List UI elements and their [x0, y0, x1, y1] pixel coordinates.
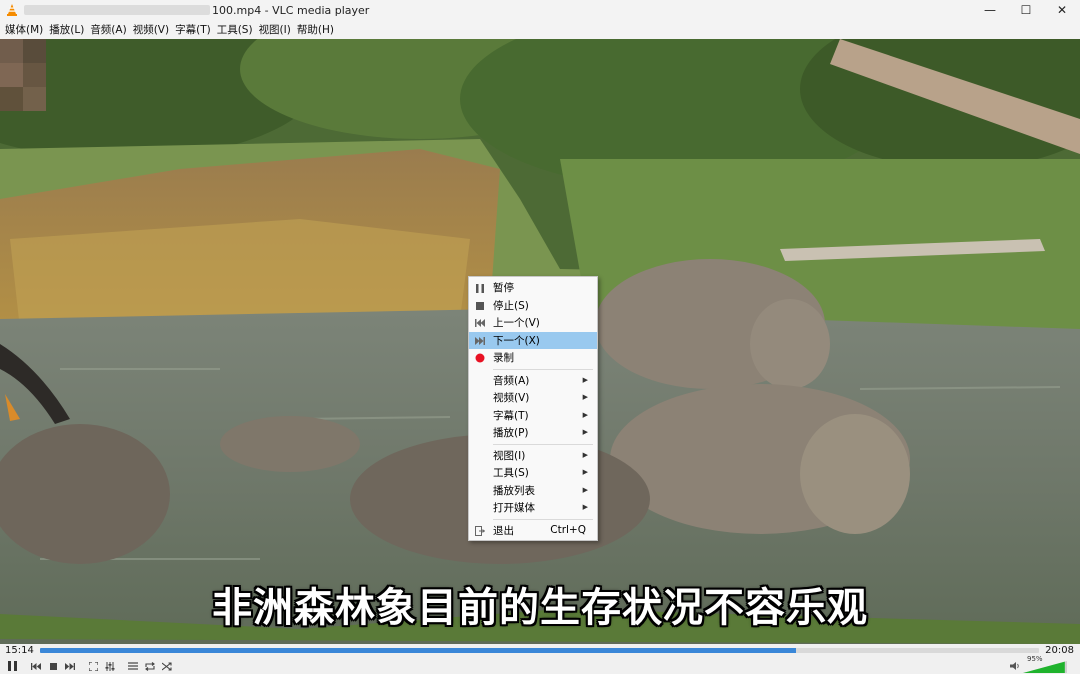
next-button[interactable]: [63, 659, 77, 673]
menu-view[interactable]: 视图(I): [256, 22, 294, 37]
submenu-arrow-icon: ▶: [582, 410, 588, 419]
ctx-view[interactable]: 视图(I) ▶: [469, 447, 597, 465]
ctx-separator: [493, 443, 593, 445]
playlist-icon: [128, 662, 138, 670]
ctx-label: 视频(V): [493, 392, 530, 405]
extended-settings-button[interactable]: [103, 659, 117, 673]
ctx-label: 视图(I): [493, 449, 526, 462]
previous-icon: [31, 662, 41, 670]
ctx-audio[interactable]: 音频(A) ▶: [469, 372, 597, 390]
submenu-arrow-icon: ▶: [582, 485, 588, 494]
menu-help[interactable]: 帮助(H): [294, 22, 337, 37]
minimize-button[interactable]: —: [972, 0, 1008, 20]
close-button[interactable]: ✕: [1044, 0, 1080, 20]
seek-progress: [40, 648, 797, 653]
title-bar: 100.mp4 - VLC media player — ☐ ✕: [0, 0, 1080, 20]
seek-area: 15:14 20:08: [0, 644, 1080, 658]
total-time[interactable]: 20:08: [1045, 645, 1074, 656]
menu-playback[interactable]: 播放(L): [46, 22, 87, 37]
control-bar: 95%: [0, 655, 1080, 674]
shuffle-icon: [162, 661, 172, 671]
playlist-button[interactable]: [126, 659, 140, 673]
ctx-separator: [493, 368, 593, 370]
speaker-icon: [1010, 662, 1019, 670]
ctx-shortcut: Ctrl+Q: [550, 523, 586, 536]
exit-icon: [475, 525, 485, 536]
submenu-arrow-icon: ▶: [582, 468, 588, 476]
ctx-label: 上一个(V): [493, 317, 540, 330]
ctx-subtitle[interactable]: 字幕(T) ▶: [469, 407, 597, 425]
menu-subtitle[interactable]: 字幕(T): [172, 22, 214, 37]
record-icon: [475, 353, 485, 363]
ctx-playback[interactable]: 播放(P) ▶: [469, 424, 597, 442]
redacted-filename: [24, 5, 210, 15]
loop-icon: [145, 661, 155, 671]
ctx-previous[interactable]: 上一个(V): [469, 314, 597, 332]
pixelated-watermark: [0, 39, 46, 111]
volume-percent: 95%: [1027, 655, 1043, 663]
ctx-video[interactable]: 视频(V) ▶: [469, 389, 597, 407]
window-title: 100.mp4 - VLC media player: [212, 3, 370, 17]
submenu-arrow-icon: ▶: [582, 375, 588, 384]
ctx-label: 停止(S): [493, 299, 529, 312]
menu-tools[interactable]: 工具(S): [214, 22, 256, 37]
stop-icon: [475, 301, 485, 311]
previous-button[interactable]: [29, 659, 43, 673]
next-icon: [475, 336, 485, 346]
ctx-label: 音频(A): [493, 374, 530, 387]
ctx-stop[interactable]: 停止(S): [469, 297, 597, 315]
ctx-separator: [493, 518, 593, 520]
video-subtitle: 非洲森林象目前的生存状况不容乐观: [212, 585, 868, 631]
elapsed-time: 15:14: [5, 645, 34, 656]
previous-icon: [475, 318, 485, 328]
equalizer-icon: [105, 661, 115, 671]
menu-audio[interactable]: 音频(A): [87, 22, 129, 37]
ctx-label: 字幕(T): [493, 409, 529, 422]
ctx-pause[interactable]: 暂停: [469, 279, 597, 297]
menu-bar: 媒体(M) 播放(L) 音频(A) 视频(V) 字幕(T) 工具(S) 视图(I…: [0, 20, 1080, 39]
ctx-label: 播放列表: [493, 484, 535, 497]
ctx-label: 录制: [493, 352, 514, 365]
ctx-label: 播放(P): [493, 427, 529, 440]
menu-media[interactable]: 媒体(M): [2, 22, 46, 37]
fullscreen-icon: [88, 661, 98, 671]
maximize-button[interactable]: ☐: [1008, 0, 1044, 20]
stop-icon: [49, 662, 57, 670]
pause-icon: [475, 283, 485, 293]
ctx-label: 退出: [493, 524, 514, 537]
stop-button[interactable]: [46, 659, 60, 673]
vlc-cone-icon: [6, 4, 18, 16]
seek-slider[interactable]: [40, 648, 1039, 653]
ctx-label: 打开媒体: [493, 502, 535, 515]
submenu-arrow-icon: ▶: [582, 393, 588, 401]
pause-icon: [7, 661, 17, 671]
pause-button[interactable]: [4, 659, 20, 673]
loop-button[interactable]: [143, 659, 157, 673]
submenu-arrow-icon: ▶: [582, 450, 588, 459]
ctx-open-media[interactable]: 打开媒体 ▶: [469, 499, 597, 517]
volume-control[interactable]: 95%: [1010, 655, 1070, 673]
ctx-label: 暂停: [493, 282, 514, 295]
next-icon: [65, 662, 75, 670]
context-menu: 暂停 停止(S) 上一个(V) 下一个(X) 录制 音频(A) ▶ 视频(V) …: [468, 276, 598, 541]
ctx-label: 下一个(X): [493, 334, 540, 347]
ctx-tools[interactable]: 工具(S) ▶: [469, 464, 597, 482]
ctx-playlist[interactable]: 播放列表 ▶: [469, 482, 597, 500]
ctx-quit[interactable]: 退出 Ctrl+Q: [469, 522, 597, 540]
fullscreen-button[interactable]: [86, 659, 100, 673]
submenu-arrow-icon: ▶: [582, 503, 588, 511]
ctx-record[interactable]: 录制: [469, 349, 597, 367]
shuffle-button[interactable]: [160, 659, 174, 673]
ctx-label: 工具(S): [493, 467, 529, 480]
menu-video[interactable]: 视频(V): [130, 22, 172, 37]
ctx-next[interactable]: 下一个(X): [469, 331, 597, 349]
submenu-arrow-icon: ▶: [582, 428, 588, 436]
